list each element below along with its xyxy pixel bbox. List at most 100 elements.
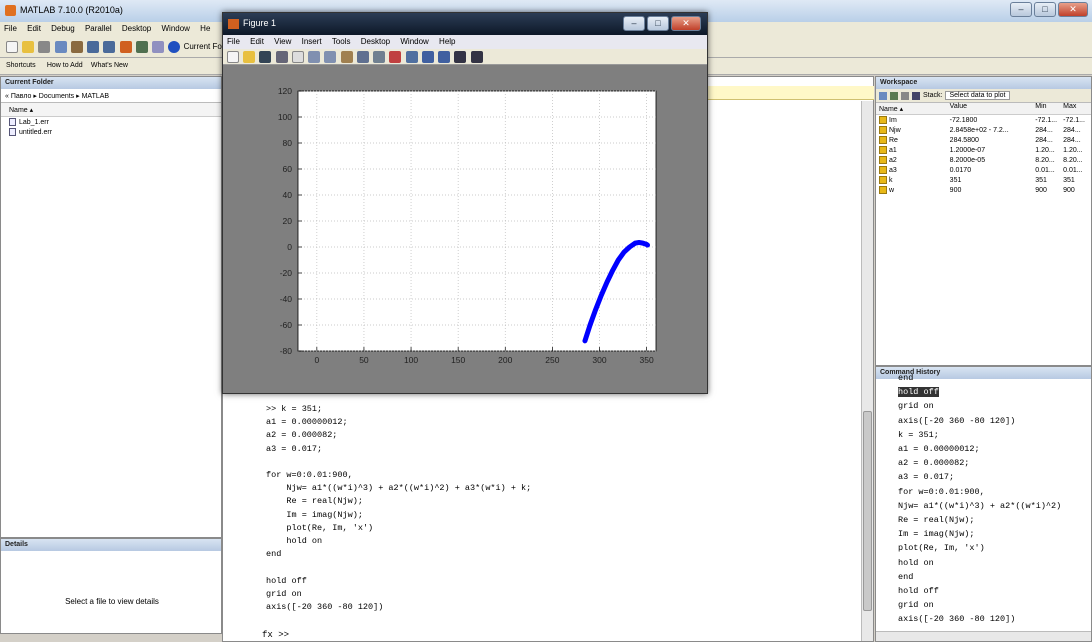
name-column-header[interactable]: Name ▴	[1, 103, 221, 117]
data-cursor-icon[interactable]	[373, 51, 386, 63]
history-item[interactable]: grid on	[898, 401, 934, 411]
history-item[interactable]: axis([-20 360 -80 120])	[898, 416, 1015, 426]
menu-file[interactable]: File	[0, 22, 21, 35]
profiler-icon[interactable]	[152, 41, 165, 53]
fig-new-icon[interactable]	[227, 51, 239, 63]
file-item[interactable]: Lab_1.err	[1, 117, 221, 127]
simulink-icon[interactable]	[119, 41, 132, 53]
undo-icon[interactable]	[87, 41, 100, 53]
pan-icon[interactable]	[340, 51, 353, 63]
fig-menu-edit[interactable]: Edit	[246, 35, 268, 48]
new-variable-icon[interactable]	[879, 91, 887, 100]
rotate-icon[interactable]	[356, 51, 369, 63]
save-icon[interactable]	[901, 91, 909, 100]
select-data-to-plot[interactable]: Select data to plot	[945, 91, 1010, 100]
workspace-row[interactable]: a2 8.2000e-05 8.20... 8.20...	[876, 155, 1091, 165]
workspace-row[interactable]: Njw 2.8458e+02 - 7.2... 284... 284...	[876, 125, 1091, 135]
history-item[interactable]: for w=0:0.01:900,	[898, 487, 985, 497]
fig-print-icon[interactable]	[275, 51, 288, 63]
workspace-row[interactable]: Re 284.5800 284... 284...	[876, 135, 1091, 145]
workspace-row[interactable]: a1 1.2000e-07 1.20... 1.20...	[876, 145, 1091, 155]
close-button[interactable]: ✕	[1058, 2, 1088, 17]
figure-close-button[interactable]: ✕	[671, 16, 701, 31]
history-item[interactable]: end	[898, 572, 913, 582]
help-icon[interactable]	[168, 41, 181, 53]
print-icon[interactable]	[912, 91, 920, 100]
command-prompt[interactable]: fx >>	[262, 630, 289, 640]
menu-desktop[interactable]: Desktop	[118, 22, 155, 35]
new-file-icon[interactable]	[6, 41, 18, 53]
figure-maximize-button[interactable]: □	[647, 16, 669, 31]
history-item[interactable]: a3 = 0.017;	[898, 472, 954, 482]
folder-address-bar[interactable]: « Павло ▸ Documents ▸ MATLAB	[1, 89, 221, 103]
history-item[interactable]: hold off	[898, 586, 939, 596]
minimize-button[interactable]: –	[1010, 2, 1032, 17]
figure-minimize-button[interactable]: –	[623, 16, 645, 31]
history-item[interactable]: hold off	[898, 387, 939, 398]
workspace-row[interactable]: k 351 351 351	[876, 175, 1091, 185]
whats-new-link[interactable]: What's New	[88, 58, 131, 73]
ws-col-min[interactable]: Min	[1035, 103, 1063, 114]
shortcuts-label[interactable]: Shortcuts	[0, 58, 42, 73]
redo-icon[interactable]	[103, 41, 116, 53]
menu-window[interactable]: Window	[157, 22, 193, 35]
paste-icon[interactable]	[70, 41, 83, 53]
fig-open-icon[interactable]	[243, 51, 256, 63]
fig-menu-insert[interactable]: Insert	[298, 35, 326, 48]
show-tools-icon[interactable]	[470, 51, 483, 63]
command-scrollbar[interactable]	[861, 101, 873, 641]
history-item[interactable]: k = 351;	[898, 430, 939, 440]
menu-edit[interactable]: Edit	[23, 22, 45, 35]
edit-plot-icon[interactable]	[291, 51, 304, 63]
history-item[interactable]: hold on	[898, 558, 934, 568]
cut-icon[interactable]	[38, 41, 51, 53]
link-icon[interactable]	[405, 51, 418, 63]
how-to-add-link[interactable]: How to Add	[44, 58, 86, 73]
copy-icon[interactable]	[54, 41, 67, 53]
fig-save-icon[interactable]	[259, 51, 272, 63]
menu-help[interactable]: He	[196, 22, 214, 35]
fig-menu-help[interactable]: Help	[435, 35, 459, 48]
maximize-button[interactable]: □	[1034, 2, 1056, 17]
ws-col-name[interactable]: Name ▴	[876, 103, 950, 114]
hide-tools-icon[interactable]	[454, 51, 467, 63]
workspace-row[interactable]: Im -72.1800 -72.1... -72.1...	[876, 115, 1091, 125]
brush-icon[interactable]	[389, 51, 402, 63]
fig-menu-view[interactable]: View	[270, 35, 295, 48]
menu-debug[interactable]: Debug	[47, 22, 79, 35]
fig-menu-window[interactable]: Window	[396, 35, 432, 48]
fig-menu-tools[interactable]: Tools	[328, 35, 355, 48]
history-item[interactable]: Re = real(Njw);	[898, 515, 975, 525]
workspace-row[interactable]: a3 0.0170 0.01... 0.01...	[876, 165, 1091, 175]
fig-menu-file[interactable]: File	[223, 35, 244, 48]
command-line: a3 = 0.017;	[266, 443, 323, 454]
file-item[interactable]: untitled.err	[1, 127, 221, 137]
ws-var-name: Re	[876, 136, 950, 144]
history-item[interactable]: Im = imag(Njw);	[898, 529, 975, 539]
legend-icon[interactable]	[438, 51, 451, 63]
command-scroll-thumb[interactable]	[863, 411, 872, 611]
figure-window[interactable]: Figure 1 – □ ✕ File Edit View Insert Too…	[222, 12, 708, 394]
guide-icon[interactable]	[135, 41, 148, 53]
menu-parallel[interactable]: Parallel	[81, 22, 116, 35]
ws-col-max[interactable]: Max	[1063, 103, 1091, 114]
history-item[interactable]: plot(Re, Im, 'x')	[898, 543, 985, 553]
colorbar-icon[interactable]	[421, 51, 434, 63]
open-folder-icon[interactable]	[22, 41, 35, 53]
fig-menu-desktop[interactable]: Desktop	[357, 35, 394, 48]
figure-titlebar[interactable]: Figure 1 – □ ✕	[223, 13, 707, 35]
history-item[interactable]: a1 = 0.00000012;	[898, 444, 980, 454]
figure-plot-area[interactable]: 0 50 100 150 200 250 300 350 -80 -60 -40 -20 0 20 40 60…	[223, 65, 707, 393]
workspace-row[interactable]: w 900 900 900	[876, 185, 1091, 195]
history-item[interactable]: grid on	[898, 600, 934, 610]
zoom-out-icon[interactable]	[324, 51, 337, 63]
ws-col-value[interactable]: Value	[950, 103, 1036, 114]
zoom-in-icon[interactable]	[308, 51, 321, 63]
history-item[interactable]: end	[898, 373, 913, 383]
ws-name-text: k	[889, 176, 893, 184]
history-item[interactable]: Njw= a1*((w*i)^3) + a2*((w*i)^2)	[898, 501, 1061, 511]
history-item[interactable]: a2 = 0.000082;	[898, 458, 969, 468]
history-hscrollbar[interactable]	[876, 631, 1091, 641]
open-variable-icon[interactable]	[890, 91, 898, 100]
history-item[interactable]: axis([-20 360 -80 120])	[898, 614, 1015, 624]
